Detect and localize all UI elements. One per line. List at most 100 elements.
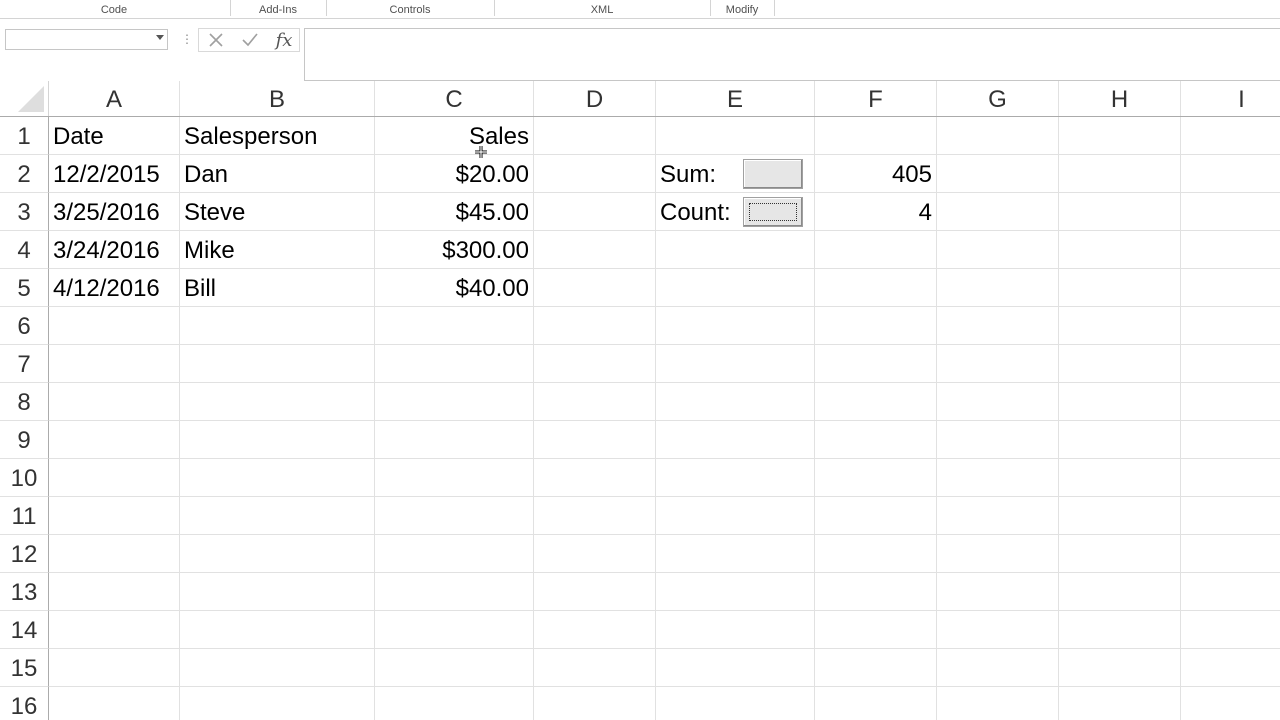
cell-g5[interactable] <box>937 269 1059 307</box>
column-header-e[interactable]: E <box>656 81 815 116</box>
row-header-9[interactable]: 9 <box>0 421 49 459</box>
cell-d3[interactable] <box>534 193 656 231</box>
cell-c16[interactable] <box>375 687 534 720</box>
cell-i13[interactable] <box>1181 573 1280 611</box>
cell-h13[interactable] <box>1059 573 1181 611</box>
cell-f3[interactable]: 4 <box>815 193 937 231</box>
cell-f7[interactable] <box>815 345 937 383</box>
cell-f8[interactable] <box>815 383 937 421</box>
cell-g6[interactable] <box>937 307 1059 345</box>
column-header-a[interactable]: A <box>49 81 180 116</box>
cell-e7[interactable] <box>656 345 815 383</box>
cell-h5[interactable] <box>1059 269 1181 307</box>
cell-d11[interactable] <box>534 497 656 535</box>
cell-b11[interactable] <box>180 497 375 535</box>
cell-e13[interactable] <box>656 573 815 611</box>
cell-i10[interactable] <box>1181 459 1280 497</box>
row-header-14[interactable]: 14 <box>0 611 49 649</box>
cell-c1[interactable]: Sales <box>375 117 534 155</box>
cell-h4[interactable] <box>1059 231 1181 269</box>
fx-icon[interactable]: fx <box>269 29 299 51</box>
row-header-2[interactable]: 2 <box>0 155 49 193</box>
cell-h7[interactable] <box>1059 345 1181 383</box>
cell-c9[interactable] <box>375 421 534 459</box>
cell-g11[interactable] <box>937 497 1059 535</box>
cancel-button[interactable] <box>201 29 231 51</box>
cell-d5[interactable] <box>534 269 656 307</box>
cell-h16[interactable] <box>1059 687 1181 720</box>
cell-i1[interactable] <box>1181 117 1280 155</box>
cell-b10[interactable] <box>180 459 375 497</box>
cell-a14[interactable] <box>49 611 180 649</box>
cell-h2[interactable] <box>1059 155 1181 193</box>
cell-a2[interactable]: 12/2/2015 <box>49 155 180 193</box>
cell-a1[interactable]: Date <box>49 117 180 155</box>
cell-g8[interactable] <box>937 383 1059 421</box>
cell-b7[interactable] <box>180 345 375 383</box>
cell-e9[interactable] <box>656 421 815 459</box>
cell-a8[interactable] <box>49 383 180 421</box>
cell-h15[interactable] <box>1059 649 1181 687</box>
cell-g2[interactable] <box>937 155 1059 193</box>
cell-h8[interactable] <box>1059 383 1181 421</box>
cell-i6[interactable] <box>1181 307 1280 345</box>
cell-e14[interactable] <box>656 611 815 649</box>
count-button[interactable] <box>743 197 803 227</box>
cell-b13[interactable] <box>180 573 375 611</box>
row-header-3[interactable]: 3 <box>0 193 49 231</box>
cell-i15[interactable] <box>1181 649 1280 687</box>
cell-a4[interactable]: 3/24/2016 <box>49 231 180 269</box>
chevron-down-icon[interactable] <box>156 35 164 40</box>
cell-d2[interactable] <box>534 155 656 193</box>
cell-c13[interactable] <box>375 573 534 611</box>
cell-i11[interactable] <box>1181 497 1280 535</box>
row-header-6[interactable]: 6 <box>0 307 49 345</box>
sum-button[interactable] <box>743 159 803 189</box>
select-all-button[interactable] <box>0 81 49 116</box>
row-header-8[interactable]: 8 <box>0 383 49 421</box>
cell-h6[interactable] <box>1059 307 1181 345</box>
column-header-h[interactable]: H <box>1059 81 1181 116</box>
cell-d4[interactable] <box>534 231 656 269</box>
row-header-10[interactable]: 10 <box>0 459 49 497</box>
cell-d1[interactable] <box>534 117 656 155</box>
cell-b5[interactable]: Bill <box>180 269 375 307</box>
cell-b6[interactable] <box>180 307 375 345</box>
cell-g13[interactable] <box>937 573 1059 611</box>
cell-i7[interactable] <box>1181 345 1280 383</box>
cell-d10[interactable] <box>534 459 656 497</box>
cell-c8[interactable] <box>375 383 534 421</box>
cell-c14[interactable] <box>375 611 534 649</box>
cell-g16[interactable] <box>937 687 1059 720</box>
enter-button[interactable] <box>235 29 265 51</box>
cell-b16[interactable] <box>180 687 375 720</box>
cell-d6[interactable] <box>534 307 656 345</box>
cell-f11[interactable] <box>815 497 937 535</box>
cell-i9[interactable] <box>1181 421 1280 459</box>
cell-f10[interactable] <box>815 459 937 497</box>
cell-c5[interactable]: $40.00 <box>375 269 534 307</box>
row-header-12[interactable]: 12 <box>0 535 49 573</box>
column-header-f[interactable]: F <box>815 81 937 116</box>
cell-a5[interactable]: 4/12/2016 <box>49 269 180 307</box>
cell-h12[interactable] <box>1059 535 1181 573</box>
cell-g4[interactable] <box>937 231 1059 269</box>
cell-i5[interactable] <box>1181 269 1280 307</box>
cell-g14[interactable] <box>937 611 1059 649</box>
cell-i8[interactable] <box>1181 383 1280 421</box>
cell-b9[interactable] <box>180 421 375 459</box>
cell-a13[interactable] <box>49 573 180 611</box>
formula-input[interactable] <box>304 28 1280 81</box>
cell-b15[interactable] <box>180 649 375 687</box>
cell-e5[interactable] <box>656 269 815 307</box>
cell-a6[interactable] <box>49 307 180 345</box>
cell-e8[interactable] <box>656 383 815 421</box>
cell-f12[interactable] <box>815 535 937 573</box>
name-box[interactable] <box>5 29 168 50</box>
cell-d13[interactable] <box>534 573 656 611</box>
cell-i16[interactable] <box>1181 687 1280 720</box>
cell-a10[interactable] <box>49 459 180 497</box>
row-header-7[interactable]: 7 <box>0 345 49 383</box>
cell-f6[interactable] <box>815 307 937 345</box>
cell-c15[interactable] <box>375 649 534 687</box>
